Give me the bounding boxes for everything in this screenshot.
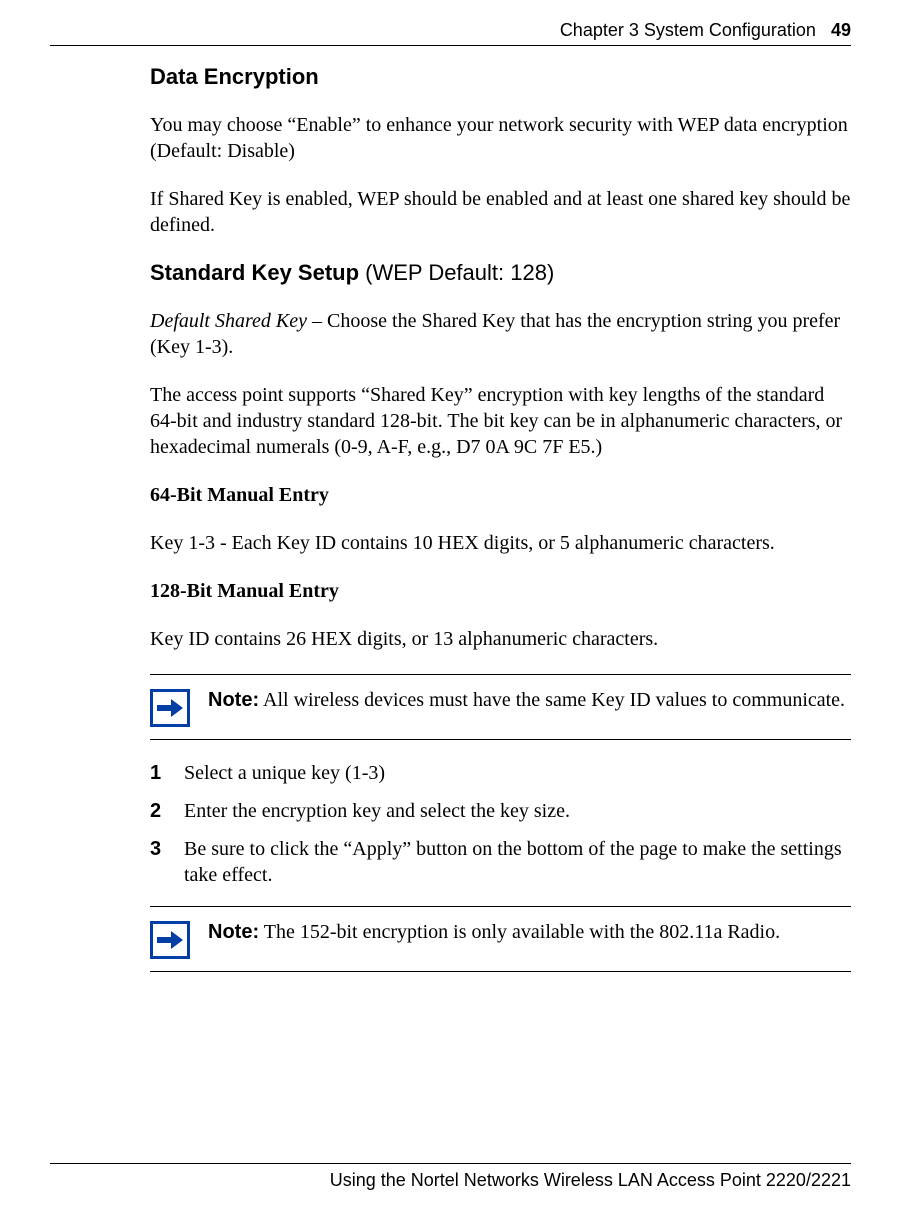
para-default-shared-key: Default Shared Key – Choose the Shared K… bbox=[150, 308, 851, 360]
page-content: Data Encryption You may choose “Enable” … bbox=[50, 46, 851, 1163]
step-number: 3 bbox=[150, 836, 184, 888]
list-item: 1 Select a unique key (1-3) bbox=[150, 760, 851, 786]
note-2-text: Note: The 152-bit encryption is only ava… bbox=[208, 919, 780, 945]
para-shared-key-note: If Shared Key is enabled, WEP should be … bbox=[150, 186, 851, 238]
heading-standard-key-bold: Standard Key Setup bbox=[150, 260, 359, 285]
para-default-disable: (Default: Disable) bbox=[150, 138, 851, 164]
heading-standard-key-setup: Standard Key Setup (WEP Default: 128) bbox=[150, 260, 851, 286]
list-item: 2 Enter the encryption key and select th… bbox=[150, 798, 851, 824]
para-key-lengths: The access point supports “Shared Key” e… bbox=[150, 382, 851, 460]
page-footer: Using the Nortel Networks Wireless LAN A… bbox=[50, 1163, 851, 1191]
para-64bit: Key 1-3 - Each Key ID contains 10 HEX di… bbox=[150, 530, 851, 556]
page-number: 49 bbox=[831, 20, 851, 40]
step-number: 2 bbox=[150, 798, 184, 824]
arrow-right-icon bbox=[150, 689, 190, 727]
para-enable-wep: You may choose “Enable” to enhance your … bbox=[150, 112, 851, 138]
chapter-label: Chapter 3 System Configuration bbox=[560, 20, 816, 40]
para-128bit: Key ID contains 26 HEX digits, or 13 alp… bbox=[150, 626, 851, 652]
heading-standard-key-rest: (WEP Default: 128) bbox=[359, 260, 554, 285]
span-default-shared-key-label: Default Shared Key bbox=[150, 310, 307, 332]
step-number: 1 bbox=[150, 760, 184, 786]
note-block-2: Note: The 152-bit encryption is only ava… bbox=[150, 906, 851, 972]
step-text: Enter the encryption key and select the … bbox=[184, 798, 570, 824]
heading-128bit: 128-Bit Manual Entry bbox=[150, 578, 851, 604]
note-2-label: Note: bbox=[208, 921, 259, 943]
heading-data-encryption: Data Encryption bbox=[150, 64, 851, 90]
list-item: 3 Be sure to click the “Apply” button on… bbox=[150, 836, 851, 888]
note-block-1: Note: All wireless devices must have the… bbox=[150, 674, 851, 740]
heading-64bit: 64-Bit Manual Entry bbox=[150, 482, 851, 508]
step-text: Be sure to click the “Apply” button on t… bbox=[184, 836, 851, 888]
page-header: Chapter 3 System Configuration 49 bbox=[50, 20, 851, 46]
note-1-label: Note: bbox=[208, 689, 259, 711]
note-1-text: Note: All wireless devices must have the… bbox=[208, 687, 845, 713]
arrow-right-icon bbox=[150, 921, 190, 959]
note-1-body: All wireless devices must have the same … bbox=[259, 689, 845, 711]
step-text: Select a unique key (1-3) bbox=[184, 760, 385, 786]
note-2-body: The 152-bit encryption is only available… bbox=[259, 921, 780, 943]
steps-list: 1 Select a unique key (1-3) 2 Enter the … bbox=[150, 760, 851, 888]
